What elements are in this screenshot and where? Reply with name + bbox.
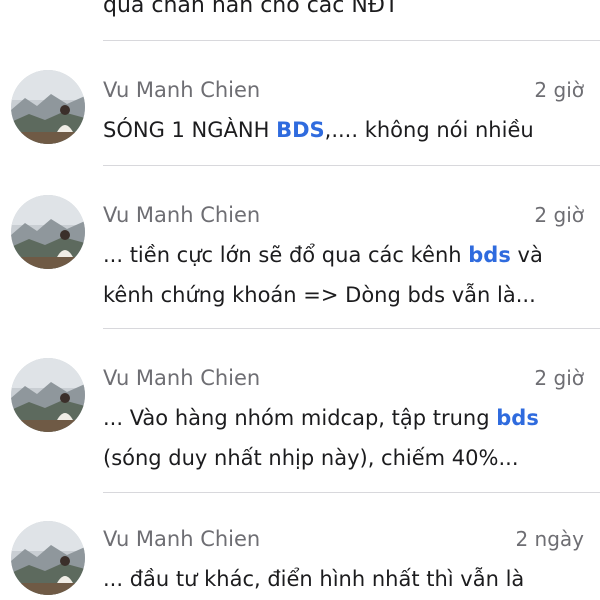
avatar[interactable] [11, 521, 85, 595]
author-name: Vu Manh Chien [103, 366, 261, 390]
timestamp: 2 giờ [534, 203, 584, 227]
divider [103, 328, 600, 329]
user-avatar-mountain-photo-icon [11, 70, 85, 144]
timestamp: 2 ngày [515, 527, 584, 551]
snippet-text: SÓNG 1 NGÀNH [103, 118, 277, 142]
author-name: Vu Manh Chien [103, 78, 261, 102]
previous-result-snippet[interactable]: quá chán nản cho các NĐT [103, 0, 398, 22]
snippet-text: ... Vào hàng nhóm midcap, tập trung [103, 406, 497, 430]
keyword-highlight: bds [468, 243, 511, 267]
snippet-line-1: ... tiền cực lớn sẽ đổ qua các kênh bds … [103, 240, 543, 270]
snippet-text: ... đầu tư khác, điển hình nhất thì vẫn … [103, 567, 525, 591]
snippet-text: và [510, 243, 543, 267]
user-avatar-mountain-photo-icon [11, 195, 85, 269]
snippet-text: ... tiền cực lớn sẽ đổ qua các kênh [103, 243, 469, 267]
snippet-text: ,.... không nói nhiều [324, 118, 534, 142]
author-name: Vu Manh Chien [103, 203, 261, 227]
user-avatar-mountain-photo-icon [11, 358, 85, 432]
timestamp: 2 giờ [534, 366, 584, 390]
user-avatar-mountain-photo-icon [11, 521, 85, 595]
divider [103, 40, 600, 41]
keyword-highlight: BDS [276, 118, 325, 142]
avatar[interactable] [11, 70, 85, 144]
divider [103, 492, 600, 493]
snippet-line-1: SÓNG 1 NGÀNH BDS,.... không nói nhiều [103, 115, 534, 145]
avatar[interactable] [11, 358, 85, 432]
snippet-line-1: ... đầu tư khác, điển hình nhất thì vẫn … [103, 564, 524, 594]
author-name: Vu Manh Chien [103, 527, 261, 551]
keyword-highlight: bds [496, 406, 539, 430]
timestamp: 2 giờ [534, 78, 584, 102]
snippet-line-1: ... Vào hàng nhóm midcap, tập trung bds [103, 403, 539, 433]
divider [103, 165, 600, 166]
snippet-line-2: kênh chứng khoán => Dòng bds vẫn là... [103, 283, 536, 307]
avatar[interactable] [11, 195, 85, 269]
snippet-line-2: (sóng duy nhất nhịp này), chiếm 40%... [103, 446, 519, 470]
